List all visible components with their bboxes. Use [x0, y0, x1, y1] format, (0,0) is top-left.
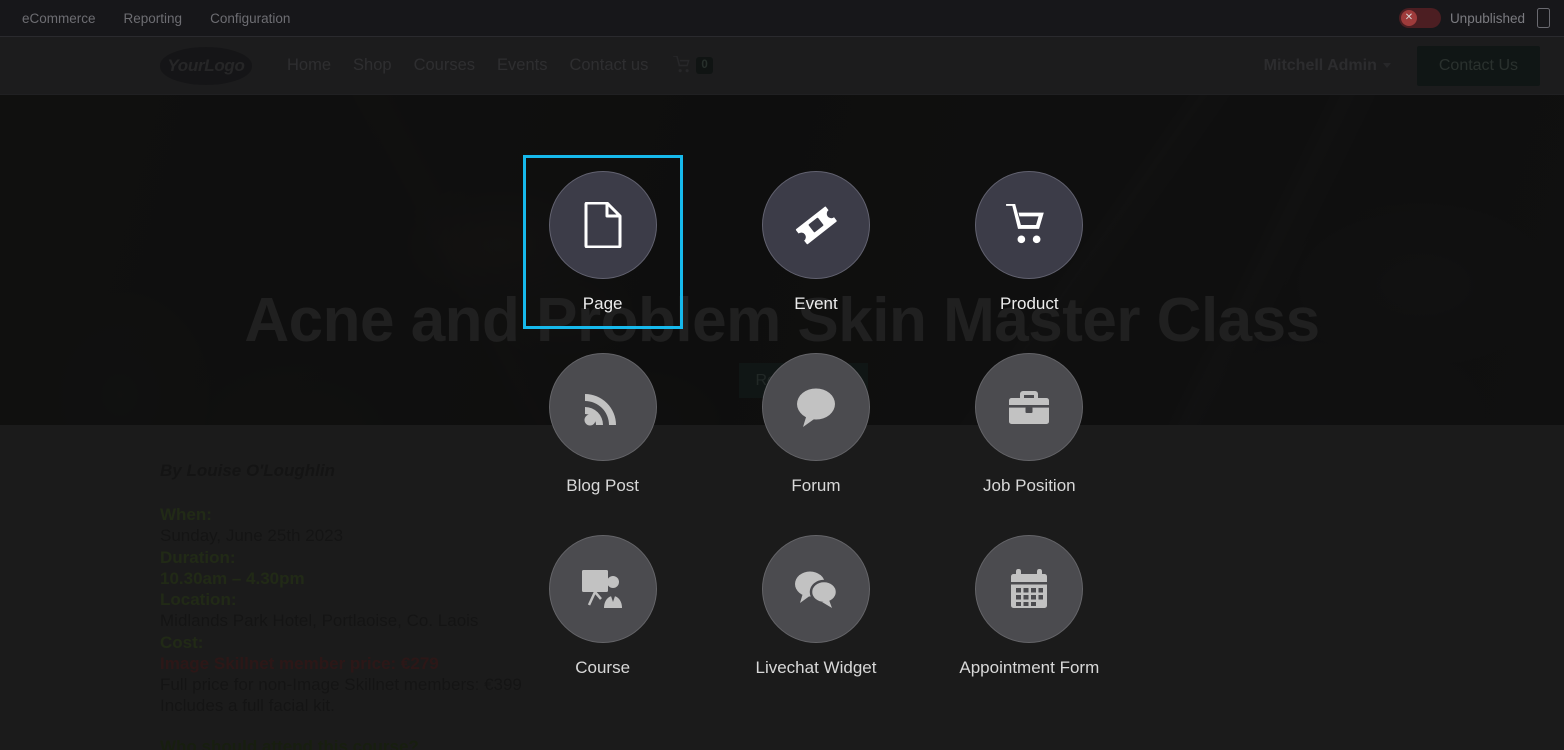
publish-status-label: Unpublished — [1449, 10, 1525, 26]
mobile-preview-icon[interactable] — [1537, 8, 1550, 28]
ticket-icon — [795, 206, 837, 245]
comment-icon-circle — [761, 353, 870, 461]
ticket-icon-circle — [761, 171, 870, 279]
calendar-icon — [1011, 569, 1048, 608]
new-content-item-forum[interactable]: Forum — [736, 337, 896, 511]
new-content-item-livechat-widget[interactable]: Livechat Widget — [736, 519, 896, 693]
new-content-label: Livechat Widget — [755, 658, 877, 677]
new-content-item-event[interactable]: Event — [736, 155, 896, 329]
calendar-icon-circle — [975, 535, 1084, 643]
new-content-item-product[interactable]: Product — [949, 155, 1109, 329]
publish-toggle[interactable]: ✕ Unpublished — [1398, 8, 1525, 28]
new-content-item-appointment-form[interactable]: Appointment Form — [949, 519, 1109, 693]
rss-icon — [584, 394, 616, 426]
comments-icon — [794, 571, 839, 608]
publish-off-icon: ✕ — [1400, 10, 1417, 26]
rss-icon-circle — [548, 353, 657, 461]
odoo-systray: ✕ Unpublished — [1398, 8, 1550, 28]
briefcase-icon — [1009, 391, 1050, 424]
new-content-item-blog-post[interactable]: Blog Post — [523, 337, 683, 511]
shopping-cart-icon — [1006, 204, 1045, 244]
new-content-label: Page — [582, 294, 623, 313]
odoo-top-bar: eCommerce Reporting Configuration ✕ Unpu… — [0, 0, 1564, 37]
new-content-overlay[interactable]: Page Event Product Blog Post Forum Job P… — [0, 0, 1564, 750]
page-icon — [584, 202, 622, 248]
briefcase-icon-circle — [975, 353, 1084, 461]
odoo-menu-list: eCommerce Reporting Configuration — [8, 5, 304, 32]
menu-ecommerce[interactable]: eCommerce — [8, 5, 110, 32]
new-content-label: Forum — [791, 476, 841, 495]
menu-reporting[interactable]: Reporting — [110, 5, 197, 32]
new-content-item-course[interactable]: Course — [523, 519, 683, 693]
new-content-label: Job Position — [983, 476, 1076, 495]
screen: eCommerce Reporting Configuration ✕ Unpu… — [0, 0, 1564, 750]
menu-configuration[interactable]: Configuration — [196, 5, 304, 32]
presentation-icon-circle — [548, 535, 657, 643]
new-content-label: Course — [575, 658, 631, 677]
new-content-label: Blog Post — [566, 476, 640, 495]
publish-switch[interactable]: ✕ — [1398, 8, 1441, 28]
shopping-cart-icon-circle — [975, 171, 1084, 279]
new-content-label: Appointment Form — [959, 658, 1100, 677]
page-icon-circle — [548, 171, 657, 279]
new-content-label: Event — [794, 294, 838, 313]
new-content-grid: Page Event Product Blog Post Forum Job P… — [496, 155, 1136, 693]
new-content-label: Product — [1000, 294, 1059, 313]
new-content-item-page[interactable]: Page — [522, 155, 683, 329]
comment-icon — [796, 388, 835, 427]
presentation-icon — [581, 570, 622, 608]
comments-icon-circle — [761, 535, 870, 643]
new-content-item-job-position[interactable]: Job Position — [949, 337, 1109, 511]
